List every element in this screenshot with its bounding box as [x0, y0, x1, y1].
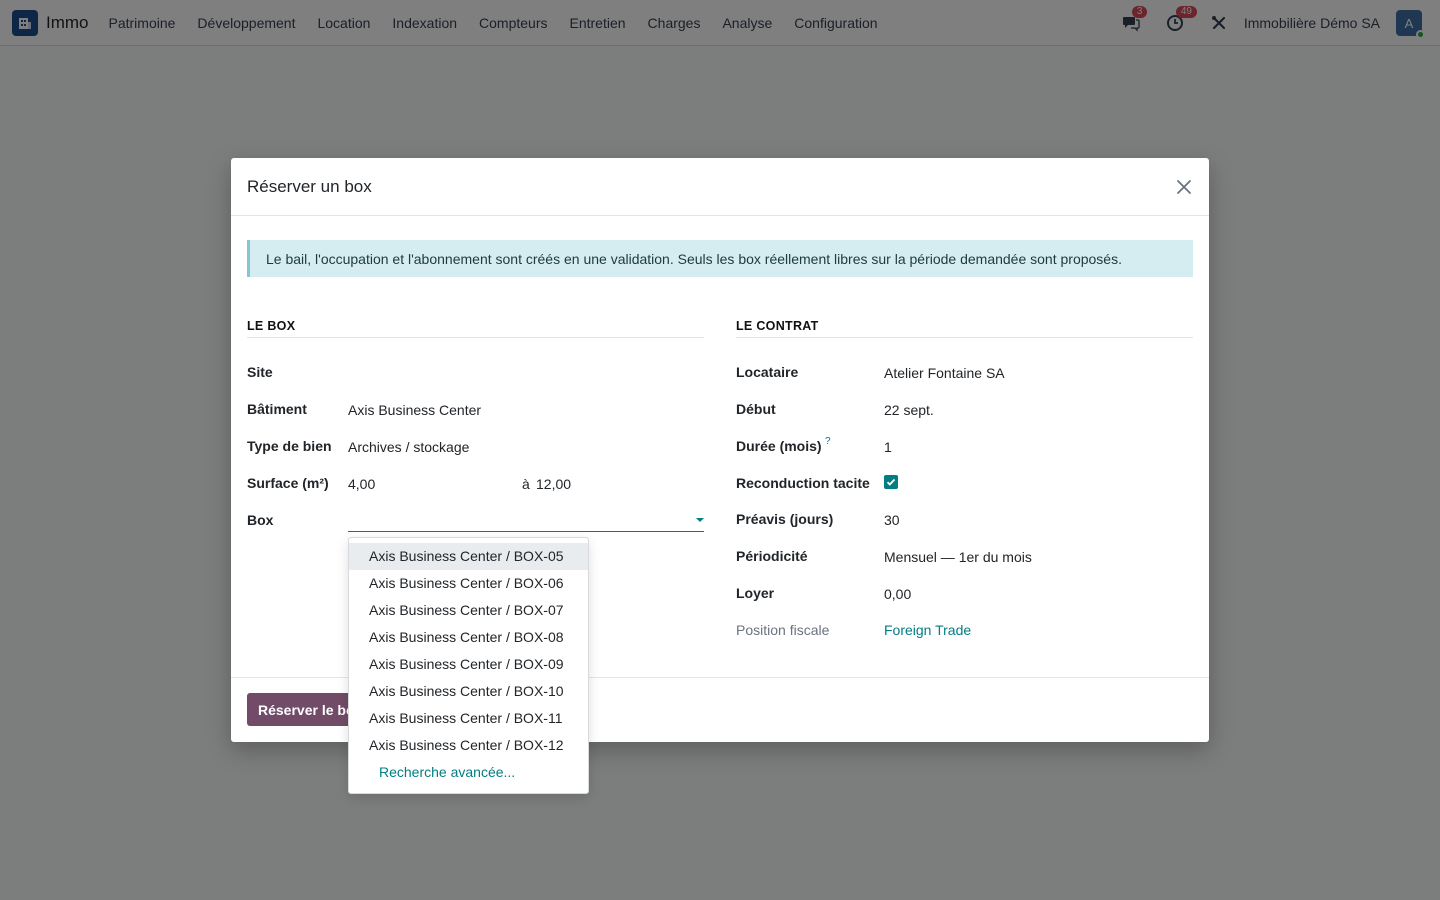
dialog-header: Réserver un box [231, 158, 1209, 216]
surface-label: Surface (m²) [247, 475, 329, 491]
building-field[interactable]: Axis Business Center [348, 402, 481, 418]
dropdown-option[interactable]: Axis Business Center / BOX-07 [349, 597, 588, 624]
fiscal-position-link[interactable]: Foreign Trade [884, 622, 971, 638]
dialog-title: Réserver un box [247, 176, 372, 196]
box-label: Box [247, 512, 274, 528]
info-alert-text: Le bail, l'occupation et l'abonnement so… [266, 250, 1122, 267]
surface-max-field[interactable]: 12,00 [536, 476, 571, 492]
duration-help-tooltip[interactable]: ? [825, 436, 831, 447]
duration-field[interactable]: 1 [884, 439, 892, 455]
dropdown-option[interactable]: Axis Business Center / BOX-12 [349, 732, 588, 759]
dropdown-option[interactable]: Axis Business Center / BOX-11 [349, 705, 588, 732]
close-icon[interactable] [1173, 176, 1195, 198]
notice-field[interactable]: 30 [884, 512, 900, 528]
tacit-renewal-label: Reconduction tacite [736, 475, 870, 491]
dropdown-option[interactable]: Axis Business Center / BOX-10 [349, 678, 588, 705]
info-alert: Le bail, l'occupation et l'abonnement so… [247, 240, 1193, 277]
dropdown-option[interactable]: Axis Business Center / BOX-06 [349, 570, 588, 597]
duration-label: Durée (mois) [736, 438, 822, 454]
tacit-renewal-checkbox[interactable] [884, 475, 898, 489]
property-type-field[interactable]: Archives / stockage [348, 439, 469, 455]
caret-down-icon[interactable] [696, 518, 704, 522]
box-select-input[interactable] [348, 510, 704, 532]
site-label: Site [247, 364, 273, 380]
rent-label: Loyer [736, 585, 775, 601]
fiscal-position-label: Position fiscale [736, 622, 830, 638]
section-title-box: LE BOX [247, 319, 704, 338]
tenant-field[interactable]: Atelier Fontaine SA [884, 365, 1005, 381]
rent-field[interactable]: 0,00 [884, 586, 911, 602]
periodicity-label: Périodicité [736, 548, 808, 564]
dropdown-option[interactable]: Axis Business Center / BOX-09 [349, 651, 588, 678]
notice-label: Préavis (jours) [736, 511, 834, 527]
check-icon [886, 478, 896, 486]
building-label: Bâtiment [247, 401, 307, 417]
start-date-field[interactable]: 22 sept. [884, 402, 934, 418]
dropdown-option[interactable]: Axis Business Center / BOX-08 [349, 624, 588, 651]
start-date-label: Début [736, 401, 776, 417]
surface-range-separator: à [522, 476, 530, 492]
tenant-label: Locataire [736, 364, 799, 380]
advanced-search-link[interactable]: Recherche avancée... [349, 759, 588, 786]
property-type-label: Type de bien [247, 438, 332, 454]
section-title-contract: LE CONTRAT [736, 319, 1193, 338]
box-autocomplete-dropdown: Axis Business Center / BOX-05 Axis Busin… [348, 537, 589, 794]
periodicity-field[interactable]: Mensuel — 1er du mois [884, 549, 1032, 565]
dropdown-option[interactable]: Axis Business Center / BOX-05 [349, 543, 588, 570]
surface-min-field[interactable]: 4,00 [348, 476, 375, 492]
